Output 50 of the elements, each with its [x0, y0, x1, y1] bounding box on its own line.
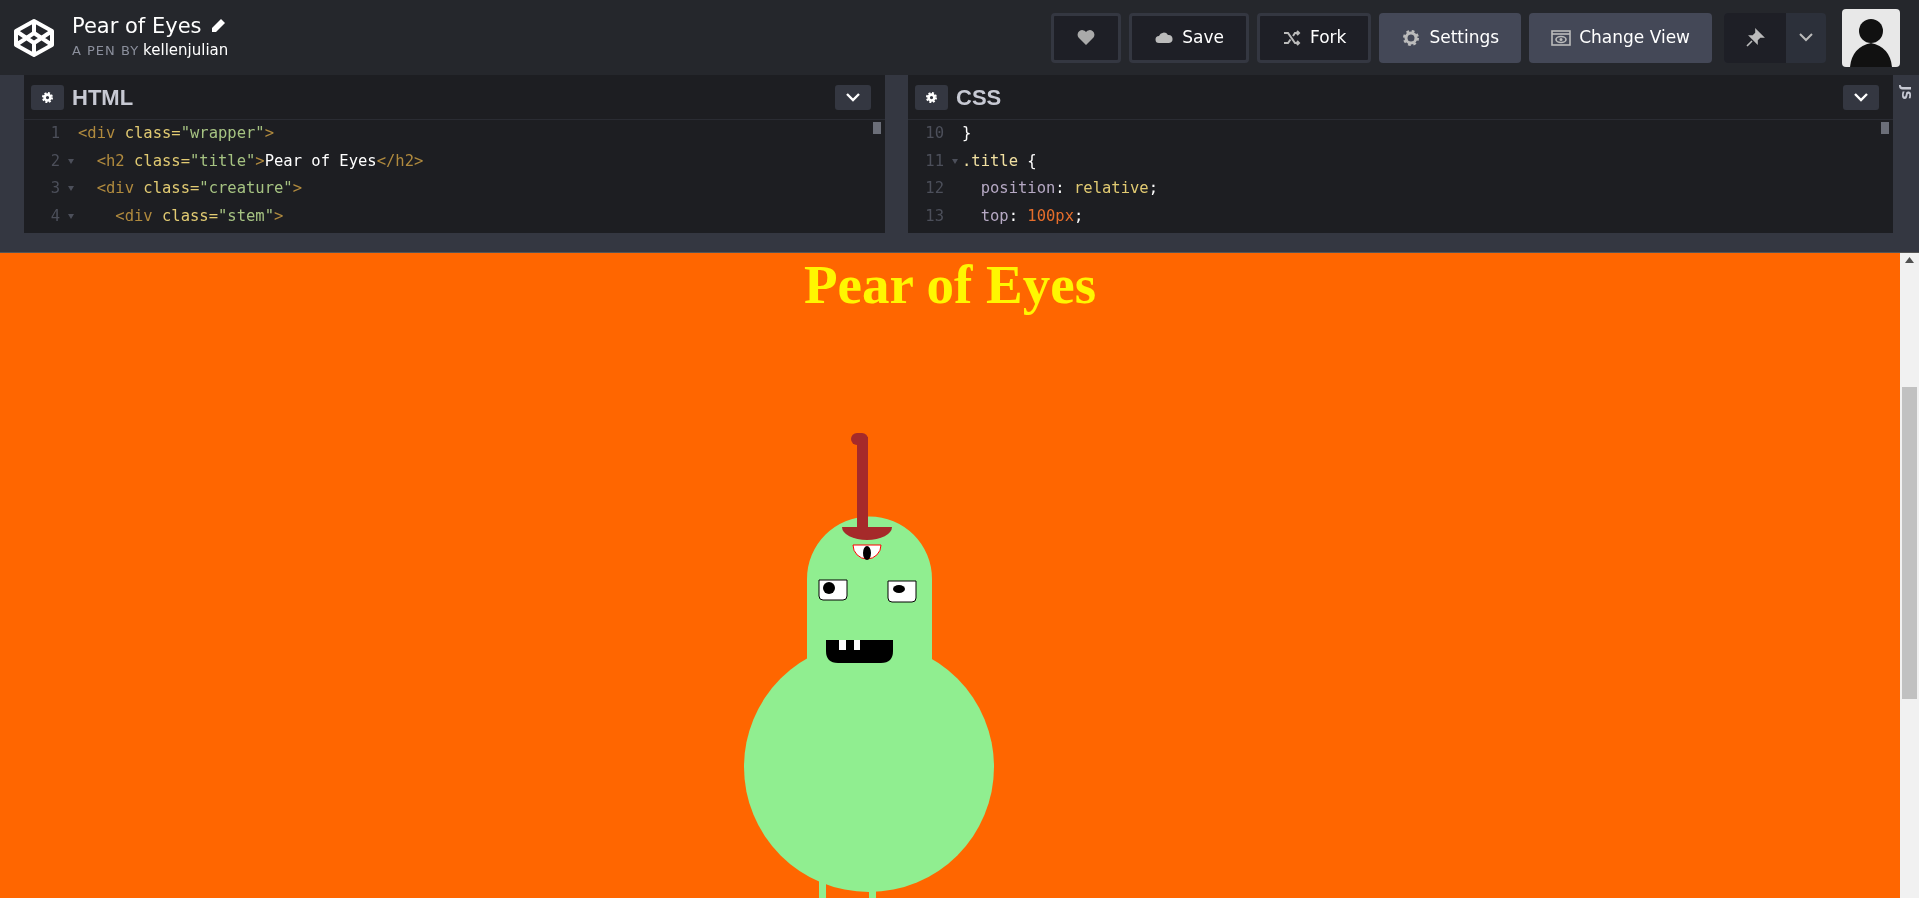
editor-title: CSS [956, 83, 1002, 112]
settings-icon [41, 90, 54, 104]
toolbar-button[interactable]: Settings [1379, 12, 1522, 63]
code-line: <div class="creature"> [95, 178, 302, 199]
scrollbar[interactable] [873, 122, 881, 134]
code-line: position: relative; [979, 178, 1158, 199]
settings-button[interactable] [31, 84, 64, 110]
editor-title: HTML [72, 83, 134, 112]
code-line: <div class="stem"> [114, 205, 284, 227]
code-line: <div class="wrapper"> [78, 123, 275, 144]
settings-button[interactable] [915, 84, 948, 110]
chevron-down-icon [1854, 92, 1868, 102]
window-eye-icon [1551, 27, 1572, 48]
line-number: 1 [49, 123, 61, 144]
scrollbar[interactable] [1900, 253, 1919, 898]
avatar[interactable] [1842, 8, 1900, 67]
pin-button[interactable] [1724, 12, 1786, 63]
preview-title: Pear of Eyes [802, 253, 1098, 317]
toolbar-button[interactable]: Save [1129, 12, 1249, 63]
code-line: top: 100px; [979, 205, 1084, 227]
heart-icon [1076, 27, 1097, 48]
author-link[interactable]: kellenjulian [143, 38, 229, 62]
chevron-down-icon [846, 92, 860, 102]
branch-icon [1282, 27, 1302, 48]
toolbar-button[interactable]: Fork [1257, 12, 1372, 63]
scrollbar[interactable] [1881, 122, 1889, 134]
code-line: .title { [962, 150, 1037, 172]
line-number: 10 [924, 123, 945, 144]
code-line: } [962, 123, 972, 144]
settings-icon [1401, 27, 1422, 48]
pin-icon [1745, 27, 1765, 48]
pencil-icon[interactable] [209, 18, 226, 35]
line-number: 4 [49, 205, 61, 227]
like-button[interactable] [1051, 12, 1122, 63]
code-line: <h2 class="title">Pear of Eyes</h2> [95, 150, 424, 172]
pen-title: Pear of Eyes [72, 13, 202, 39]
byline-label: A PEN BY [72, 41, 140, 60]
collapse-button[interactable] [1843, 84, 1879, 110]
settings-icon [925, 90, 938, 104]
collapse-button[interactable] [835, 84, 871, 110]
chevron-down-icon [1799, 33, 1813, 42]
line-number: 2 [49, 150, 61, 172]
line-number: 3 [49, 178, 61, 199]
line-number: 13 [924, 205, 945, 227]
js-tab[interactable]: JS [1896, 85, 1916, 100]
scroll-up-arrow-icon[interactable] [1905, 257, 1914, 263]
cube-logo-icon[interactable] [12, 17, 56, 58]
line-number: 12 [924, 178, 945, 199]
toolbar-button[interactable]: Change View [1529, 12, 1712, 63]
line-number: 11 [924, 150, 945, 172]
